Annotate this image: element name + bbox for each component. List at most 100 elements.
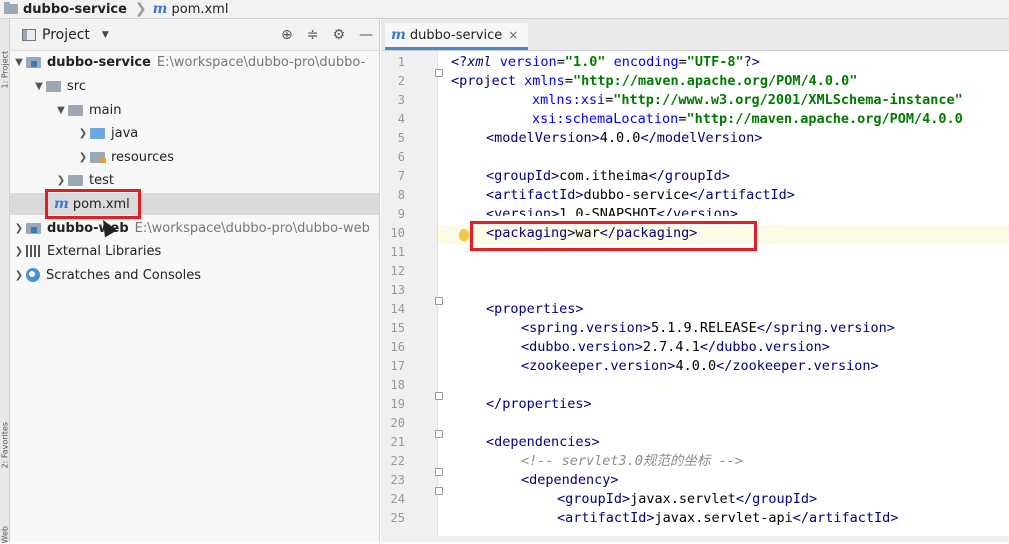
chevron-down-icon[interactable]: ▼ [12,57,26,68]
web-tool-tab[interactable]: Web [1,514,10,543]
project-icon [22,28,36,41]
project-tool-tab[interactable]: 1: Project [1,51,10,89]
code-line-23: <dependency> [521,472,619,488]
code-line-21: <dependencies> [486,434,600,450]
line-number: 1 [397,55,405,69]
code-line-9: <version>1.0-SNAPSHOT</version> [486,206,738,216]
project-panel-header: Project ▼ ⊕ ≑ ⚙ — [10,19,379,51]
editor: m dubbo-service × 1 2 3 4 5 6 7 8 9 10 1… [381,19,1009,542]
libraries-icon [26,245,42,257]
code-line-19: </properties> [486,396,592,412]
line-number: 3 [397,93,405,107]
module-folder-icon [4,2,18,14]
fold-marker-icon[interactable] [435,430,443,438]
code-line-5: <modelVersion>4.0.0</modelVersion> [486,130,763,146]
code-line-24: <groupId>javax.servlet</groupId> [557,491,818,507]
code-line-14: <properties> [486,301,584,317]
folder-icon [68,174,83,186]
minimize-icon[interactable]: — [359,27,373,43]
line-number: 8 [397,188,405,202]
fold-marker-icon[interactable] [435,392,443,400]
editor-tab-bar: m dubbo-service × [381,19,1009,51]
line-number: 15 [390,321,405,335]
favorites-tool-tab[interactable]: 2: Favorites [1,422,10,468]
line-number: 13 [390,283,405,297]
fold-marker-icon[interactable] [435,69,443,77]
tree-item-java[interactable]: ❯ java [76,122,138,144]
chevron-right-icon[interactable]: ❯ [54,175,68,186]
code-line-2: <project xmlns="http://maven.apache.org/… [451,73,858,89]
fold-marker-icon[interactable] [435,468,443,476]
code-line-3: xmlns:xsi="http://www.w3.org/2001/XMLSch… [532,92,963,108]
fold-marker-icon[interactable] [435,297,443,305]
horizontal-scrollbar[interactable] [381,536,1009,542]
resources-folder-icon [90,151,106,163]
target-icon[interactable]: ⊕ [281,27,293,43]
chevron-right-icon[interactable]: ❯ [76,152,90,163]
line-number: 19 [390,397,405,411]
gear-icon[interactable]: ⚙ [332,27,345,43]
line-number: 25 [390,511,405,525]
tree-item-scratches[interactable]: ❯ Scratches and Consoles [12,264,201,286]
source-folder-icon [90,127,105,139]
line-number: 2 [397,74,405,88]
breadcrumb-project[interactable]: dubbo-service [0,0,133,18]
line-number: 16 [390,340,405,354]
line-number: 11 [390,245,405,259]
code-line-17: <zookeeper.version>4.0.0</zookeeper.vers… [521,358,879,374]
breadcrumb-separator: ❯ [134,1,147,17]
code-line-16: <dubbo.version>2.7.4.1</dubbo.version> [521,339,830,355]
collapse-icon[interactable]: ≑ [307,27,319,43]
maven-icon: m [54,196,69,212]
line-number: 21 [390,435,405,449]
code-line-1: <?xml version="1.0" encoding="UTF-8"?> [451,54,760,70]
line-number: 23 [390,473,405,487]
scratches-icon [26,268,40,282]
tree-item-dubbo-web[interactable]: ❯ dubbo-web E:\workspace\dubbo-pro\dubbo… [12,217,397,239]
tree-item-test[interactable]: ❯ test [54,169,114,191]
tree-item-resources[interactable]: ❯ resources [76,146,174,168]
tree-item-main[interactable]: ▼ main [54,99,121,121]
panel-toolbar: ⊕ ≑ ⚙ — [281,19,373,50]
line-number-gutter: 1 2 3 4 5 6 7 8 9 10 11 12 13 14 15 16 1… [381,51,438,542]
tree-item-src[interactable]: ▼ src [32,75,86,97]
module-folder-icon [26,56,41,68]
line-number: 18 [390,378,405,392]
tree-item-external-libraries[interactable]: ❯ External Libraries [12,240,161,262]
chevron-down-icon[interactable]: ▼ [102,30,109,40]
close-icon[interactable]: × [508,28,518,42]
folder-icon [46,80,61,92]
panel-splitter[interactable] [379,19,380,542]
line-number: 14 [390,302,405,316]
code-area[interactable]: <?xml version="1.0" encoding="UTF-8"?> <… [451,51,1009,542]
chevron-down-icon[interactable]: ▼ [54,105,68,116]
module-folder-icon [26,222,41,234]
editor-tab-dubbo-service[interactable]: m dubbo-service × [385,23,529,50]
breadcrumb: dubbo-service ❯ m pom.xml [0,0,1009,19]
tree-item-dubbo-service[interactable]: ▼ dubbo-service E:\workspace\dubbo-pro\d… [12,51,365,73]
tree-item-pom-xml[interactable]: m pom.xml [10,193,379,215]
line-number: 4 [397,112,405,126]
breadcrumb-file[interactable]: m pom.xml [149,0,235,18]
chevron-right-icon[interactable]: ❯ [12,246,26,257]
maven-icon: m [391,27,406,43]
chevron-right-icon[interactable]: ❯ [12,223,26,234]
code-line-25: <artifactId>javax.servlet-api</artifactI… [557,510,899,526]
project-panel: Project ▼ ⊕ ≑ ⚙ — ▼ dubbo-service E:\wor… [10,19,397,542]
chevron-right-icon[interactable]: ❯ [76,128,90,139]
chevron-right-icon[interactable]: ❯ [12,270,26,281]
fold-marker-icon[interactable] [435,487,443,495]
code-line-7: <groupId>com.itheima</groupId> [486,168,730,184]
line-number: 22 [390,454,405,468]
line-number: 7 [397,169,405,183]
chevron-down-icon[interactable]: ▼ [32,81,46,92]
code-line-4: xsi:schemaLocation="http://maven.apache.… [532,111,963,127]
code-line-22: <!-- servlet3.0规范的坐标 --> [521,453,743,469]
folder-icon [68,104,83,116]
line-number: 17 [390,359,405,373]
line-number: 9 [397,207,405,221]
line-number: 5 [397,131,405,145]
line-number: 6 [397,150,405,164]
project-view-selector[interactable]: Project [42,27,90,43]
line-number: 10 [390,226,405,240]
